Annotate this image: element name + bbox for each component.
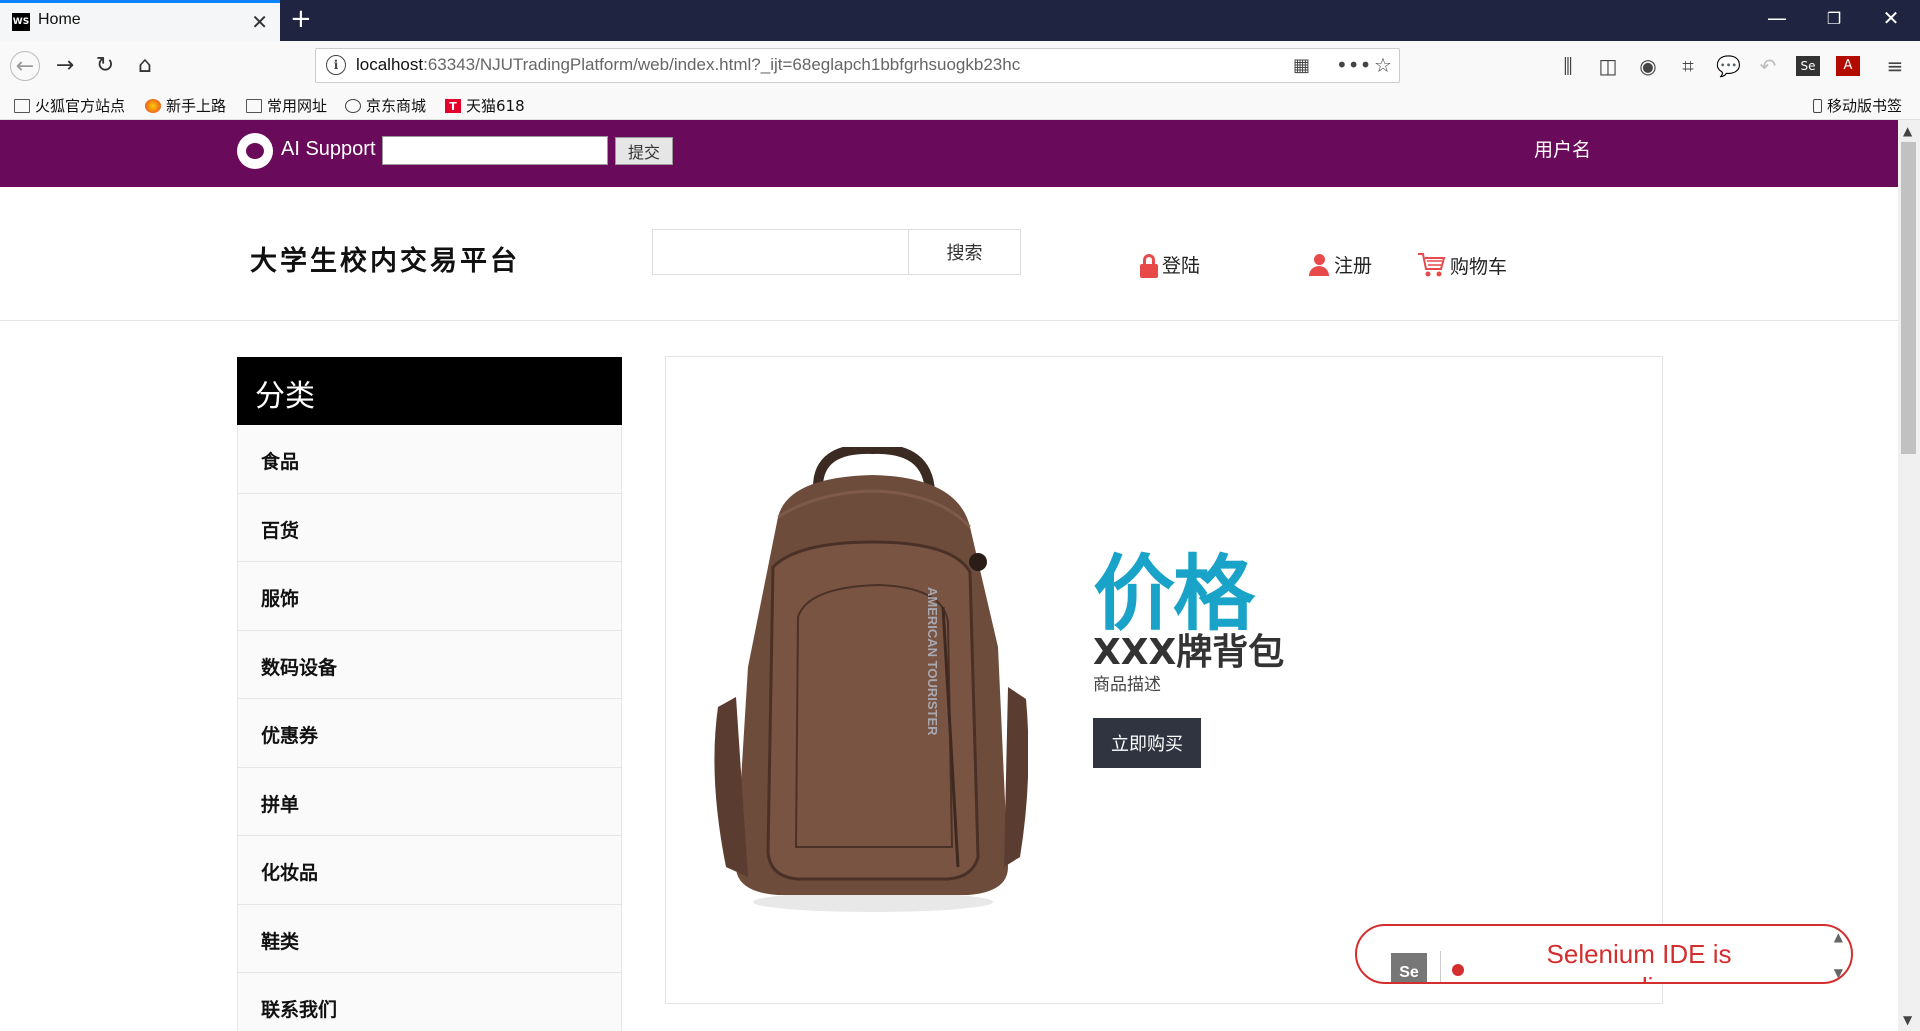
page-viewport: AI Support 提交 用户名 大学生校内交易平台 搜索 登陆 注册 购物车 (0, 120, 1898, 1031)
chat-icon[interactable]: 💬 (1716, 54, 1741, 78)
url-bar[interactable]: i localhost:63343/NJUTradingPlatform/web… (315, 48, 1400, 83)
search-button[interactable]: 搜索 (908, 230, 1020, 274)
category-item-coupons[interactable]: 优惠券 (237, 699, 622, 768)
username-link[interactable]: 用户名 (1534, 135, 1591, 162)
product-description: 商品描述 (1093, 675, 1161, 695)
chevron-up-icon[interactable]: ▲ (1834, 930, 1843, 944)
url-path: :63343/NJUTradingPlatform/web/index.html… (423, 55, 1021, 74)
scroll-up-icon[interactable]: ▲ (1903, 124, 1912, 138)
bookmark-item[interactable]: 火狐官方站点 (14, 95, 125, 116)
search-box: 搜索 (652, 229, 1021, 275)
selenium-logo-icon: Se (1391, 953, 1427, 982)
minimize-icon[interactable]: — (1757, 6, 1797, 30)
category-item-shoes[interactable]: 鞋类 (237, 904, 622, 973)
bookmark-item[interactable]: 京东商城 (345, 95, 426, 116)
page-actions-icon[interactable]: ••• (1336, 53, 1371, 77)
bookmark-star-icon[interactable]: ☆ (1374, 53, 1392, 77)
scroll-down-icon[interactable]: ▼ (1903, 1013, 1912, 1027)
bookmark-label: 京东商城 (366, 97, 427, 115)
support-label: AI Support (281, 138, 376, 160)
cart-label: 购物车 (1450, 256, 1508, 278)
scrollbar-thumb[interactable] (1901, 142, 1916, 454)
library-icon[interactable]: ⫼ (1556, 54, 1580, 78)
browser-tab[interactable]: WS Home ✕ (0, 0, 280, 41)
reload-icon[interactable]: ↻ (90, 51, 120, 81)
forward-icon[interactable]: → (50, 51, 80, 81)
page-scrollbar[interactable]: ▲ ▼ (1898, 120, 1920, 1031)
login-label: 登陆 (1162, 255, 1201, 277)
site-header: 大学生校内交易平台 搜索 登陆 注册 购物车 (0, 187, 1898, 321)
product-banner: AMERICAN TOURISTER 价格 XXX牌背包 商品描述 立即购买 (665, 356, 1663, 1004)
new-tab-icon[interactable]: + (290, 4, 312, 34)
user-icon (1308, 254, 1330, 278)
chevron-down-icon[interactable]: ▼ (1834, 966, 1843, 980)
lock-icon (1140, 254, 1158, 278)
support-bar: AI Support 提交 用户名 (0, 120, 1898, 187)
buy-now-button[interactable]: 立即购买 (1093, 718, 1201, 768)
mobile-icon (1813, 98, 1822, 113)
url-host: localhost (356, 55, 424, 74)
login-link[interactable]: 登陆 (1140, 251, 1200, 278)
back-icon[interactable]: ← (10, 51, 40, 81)
category-sidebar: 分类 食品 百货 服饰 数码设备 优惠券 拼单 化妆品 鞋类 联系我们 (237, 357, 622, 1031)
selenium-message: Selenium IDE is recording... (1546, 939, 1732, 982)
pdf-icon[interactable]: A (1836, 56, 1860, 76)
support-submit-button[interactable]: 提交 (615, 137, 673, 165)
category-item-general[interactable]: 百货 (237, 493, 622, 562)
product-name: XXX牌背包 (1093, 632, 1285, 673)
bookmark-label: 新手上路 (166, 97, 227, 115)
webstorm-favicon-icon: WS (12, 13, 30, 31)
mobile-bookmarks[interactable]: 移动版书签 (1813, 95, 1902, 116)
browser-titlebar: WS Home ✕ + — ❐ ✕ (0, 0, 1920, 41)
category-item-digital[interactable]: 数码设备 (237, 630, 622, 699)
window-close-icon[interactable]: ✕ (1871, 6, 1911, 30)
firefox-icon (145, 98, 161, 113)
browser-navbar: ← → ↻ ⌂ i localhost:63343/NJUTradingPlat… (0, 41, 1920, 90)
tmall-icon: T (445, 98, 461, 113)
qr-code-icon[interactable]: ▦ (1293, 55, 1310, 76)
restore-icon[interactable]: ❐ (1814, 9, 1854, 28)
selenium-recording-notice: Se Selenium IDE is recording... ▲ ▼ (1355, 924, 1853, 984)
bookmark-label: 火狐官方站点 (35, 97, 126, 115)
support-input[interactable] (382, 136, 608, 165)
menu-icon[interactable]: ≡ (1883, 54, 1907, 78)
support-avatar-icon (237, 133, 273, 169)
home-icon[interactable]: ⌂ (130, 51, 160, 81)
url-text[interactable]: localhost:63343/NJUTradingPlatform/web/i… (356, 55, 1020, 75)
tab-title: Home (38, 11, 81, 28)
globe-icon (345, 98, 361, 113)
search-input[interactable] (653, 230, 908, 274)
category-item-contact[interactable]: 联系我们 (237, 973, 622, 1031)
folder-icon (14, 98, 30, 113)
register-label: 注册 (1334, 255, 1373, 277)
account-icon[interactable]: ◉ (1636, 54, 1660, 78)
bookmark-label: 天猫618 (466, 97, 525, 115)
undo-icon[interactable]: ↶ (1756, 54, 1780, 78)
screenshot-icon[interactable]: ⌗ (1676, 54, 1700, 78)
sidebar-icon[interactable]: ◫ (1596, 54, 1620, 78)
bookmark-label: 移动版书签 (1827, 97, 1903, 115)
cart-link[interactable]: 购物车 (1416, 251, 1507, 279)
category-item-clothing[interactable]: 服饰 (237, 562, 622, 631)
backpack-image[interactable]: AMERICAN TOURISTER (708, 443, 1029, 917)
svg-text:AMERICAN TOURISTER: AMERICAN TOURISTER (925, 587, 940, 736)
bookmark-item[interactable]: T 天猫618 (445, 95, 525, 116)
category-item-group-buy[interactable]: 拼单 (237, 767, 622, 836)
site-brand[interactable]: 大学生校内交易平台 (250, 239, 520, 278)
category-item-food[interactable]: 食品 (237, 425, 622, 494)
bookmark-label: 常用网址 (267, 97, 328, 115)
bookmark-item[interactable]: 新手上路 (145, 95, 226, 116)
divider (1440, 951, 1441, 982)
folder-icon (246, 98, 262, 113)
recording-dot-icon (1452, 964, 1464, 976)
shopping-cart-icon (1418, 253, 1446, 277)
site-info-icon[interactable]: i (326, 55, 346, 75)
close-tab-icon[interactable]: ✕ (251, 10, 268, 34)
register-link[interactable]: 注册 (1308, 251, 1372, 278)
category-title: 分类 (237, 357, 622, 425)
bookmarks-bar: 火狐官方站点 新手上路 常用网址 京东商城 T 天猫618 移动版书签 (0, 90, 1920, 120)
selenium-extension-icon[interactable]: Se (1796, 56, 1820, 76)
category-item-cosmetics[interactable]: 化妆品 (237, 836, 622, 905)
bookmark-item[interactable]: 常用网址 (246, 95, 327, 116)
